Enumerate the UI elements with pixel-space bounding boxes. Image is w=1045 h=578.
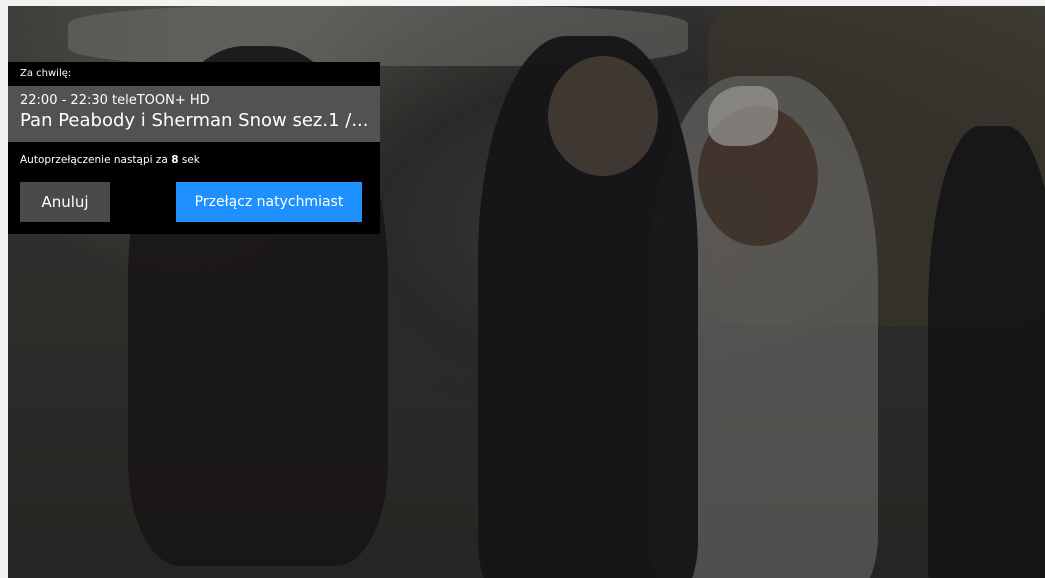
- autoswitch-countdown: Autoprzełączenie nastąpi za 8 sek: [20, 154, 200, 166]
- popup-header: Za chwilę:: [8, 62, 380, 86]
- program-time-channel: 22:00 - 22:30 teleTOON+ HD: [20, 93, 210, 108]
- cancel-button[interactable]: Anuluj: [20, 182, 110, 222]
- switch-now-button[interactable]: Przełącz natychmiast: [176, 182, 362, 222]
- next-program-popup: Za chwilę: 22:00 - 22:30 teleTOON+ HD Pa…: [8, 62, 380, 234]
- autoswitch-seconds: 8: [171, 154, 179, 166]
- autoswitch-prefix: Autoprzełączenie nastąpi za: [20, 154, 172, 166]
- next-program-info: 22:00 - 22:30 teleTOON+ HD Pan Peabody i…: [8, 86, 380, 142]
- screen: Za chwilę: 22:00 - 22:30 teleTOON+ HD Pa…: [0, 0, 1045, 578]
- autoswitch-suffix: sek: [178, 154, 200, 166]
- popup-header-label: Za chwilę:: [20, 68, 72, 79]
- program-title: Pan Peabody i Sherman Snow sez.1 /...: [20, 110, 369, 131]
